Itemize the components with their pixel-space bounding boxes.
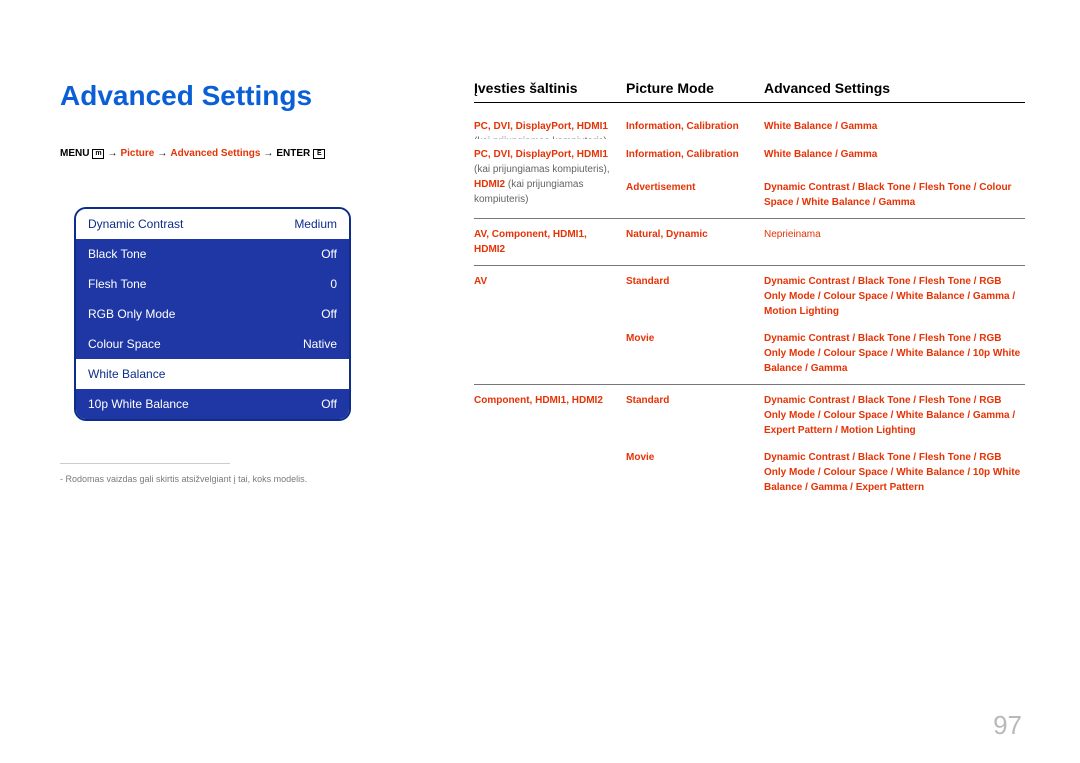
cell-input-source: PC, DVI, DisplayPort, HDMI1 (kai prijung…: [474, 147, 626, 210]
cell-advanced-group: White Balance / Gamma Dynamic Contrast /…: [764, 147, 1025, 210]
txt: White Balance / Gamma: [764, 147, 1025, 162]
footnote-text: Rodomas vaizdas gali skirtis atsižvelgia…: [66, 474, 308, 484]
txt: Standard: [626, 393, 764, 408]
menu-value: Off: [321, 307, 337, 321]
breadcrumb-arrow: →: [263, 148, 273, 159]
txt: Dynamic Contrast / Black Tone / Flesh To…: [764, 180, 1025, 210]
footnote: - Rodomas vaizdas gali skirtis atsižvelg…: [60, 474, 410, 484]
table-header: Įvesties šaltinis Picture Mode Advanced …: [474, 80, 1025, 103]
enter-icon: E: [313, 149, 325, 159]
breadcrumb-picture: Picture: [120, 148, 154, 159]
menu-label: Black Tone: [88, 247, 146, 261]
page-number: 97: [993, 710, 1022, 741]
menu-value: Native: [303, 337, 337, 351]
cell-picture-mode-group: Standard Movie: [626, 393, 764, 495]
breadcrumb-menu: MENU: [60, 148, 89, 159]
th-advanced-settings: Advanced Settings: [764, 80, 1025, 96]
table-row: Component, HDMI1, HDMI2 Standard Movie D…: [474, 385, 1025, 503]
txt-sub: (kai prijungiamas kompiuteris),: [474, 162, 616, 177]
menu-value: Off: [321, 247, 337, 261]
txt: PC, DVI, DisplayPort, HDMI1: [474, 149, 608, 160]
cell-picture-mode-group: Information, Calibration Advertisement: [626, 147, 764, 210]
cell-picture-mode: Natural, Dynamic: [626, 227, 764, 257]
menu-label: White Balance: [88, 367, 165, 381]
th-input-source: Įvesties šaltinis: [474, 80, 626, 96]
menu-flesh-tone[interactable]: Flesh Tone 0: [76, 269, 349, 299]
menu-label: RGB Only Mode: [88, 307, 175, 321]
breadcrumb-advanced: Advanced Settings: [170, 148, 260, 159]
menu-black-tone[interactable]: Black Tone Off: [76, 239, 349, 269]
txt: Movie: [626, 450, 764, 465]
breadcrumb-arrow: →: [107, 148, 117, 159]
th-picture-mode: Picture Mode: [626, 80, 764, 96]
menu-label: 10p White Balance: [88, 397, 189, 411]
menu-dynamic-contrast[interactable]: Dynamic Contrast Medium: [76, 209, 349, 239]
menu-label: Colour Space: [88, 337, 161, 351]
footnote-divider: [60, 463, 230, 464]
breadcrumb-enter: ENTER: [276, 148, 310, 159]
txt: Movie: [626, 331, 764, 346]
cell-picture-mode-group: Standard Movie: [626, 274, 764, 376]
table-row: AV Standard Movie Dynamic Contrast / Bla…: [474, 266, 1025, 385]
cell-advanced: Neprieinama: [764, 227, 1025, 257]
cell-advanced-group: Dynamic Contrast / Black Tone / Flesh To…: [764, 274, 1025, 376]
menu-colour-space[interactable]: Colour Space Native: [76, 329, 349, 359]
txt: Dynamic Contrast / Black Tone / Flesh To…: [764, 450, 1025, 495]
menu-label: Dynamic Contrast: [88, 217, 183, 231]
txt: PC, DVI, DisplayPort, HDMI1: [474, 121, 608, 132]
menu-label: Flesh Tone: [88, 277, 146, 291]
breadcrumb-arrow: →: [157, 148, 167, 159]
txt: Dynamic Contrast / Black Tone / Flesh To…: [764, 274, 1025, 319]
txt: Dynamic Contrast / Black Tone / Flesh To…: [764, 393, 1025, 438]
menu-value: 0: [330, 277, 337, 291]
txt: HDMI2: [474, 179, 505, 190]
menu-icon: m: [92, 149, 104, 159]
txt: Dynamic Contrast / Black Tone / Flesh To…: [764, 331, 1025, 376]
breadcrumb: MENU m → Picture → Advanced Settings → E…: [60, 148, 410, 159]
menu-10p-white-balance[interactable]: 10p White Balance Off: [76, 389, 349, 419]
menu-value: Off: [321, 397, 337, 411]
menu-rgb-only-mode[interactable]: RGB Only Mode Off: [76, 299, 349, 329]
page-heading: Advanced Settings: [60, 80, 410, 112]
txt: Information, Calibration: [626, 147, 764, 162]
cell-input-source: Component, HDMI1, HDMI2: [474, 393, 626, 495]
menu-value: Medium: [294, 217, 337, 231]
table-row: AV, Component, HDMI1, HDMI2 Natural, Dyn…: [474, 219, 1025, 266]
txt: Advertisement: [626, 180, 764, 195]
cell-advanced-group: Dynamic Contrast / Black Tone / Flesh To…: [764, 393, 1025, 495]
settings-panel: Dynamic Contrast Medium Black Tone Off F…: [74, 207, 351, 421]
cell-input-source: AV, Component, HDMI1, HDMI2: [474, 227, 626, 257]
txt: Standard: [626, 274, 764, 289]
cell-input-source: AV: [474, 274, 626, 376]
menu-white-balance[interactable]: White Balance: [76, 359, 349, 389]
table-row: PC, DVI, DisplayPort, HDMI1 (kai prijung…: [474, 139, 1025, 219]
table-body-real: PC, DVI, DisplayPort, HDMI1 (kai prijung…: [474, 139, 1025, 503]
